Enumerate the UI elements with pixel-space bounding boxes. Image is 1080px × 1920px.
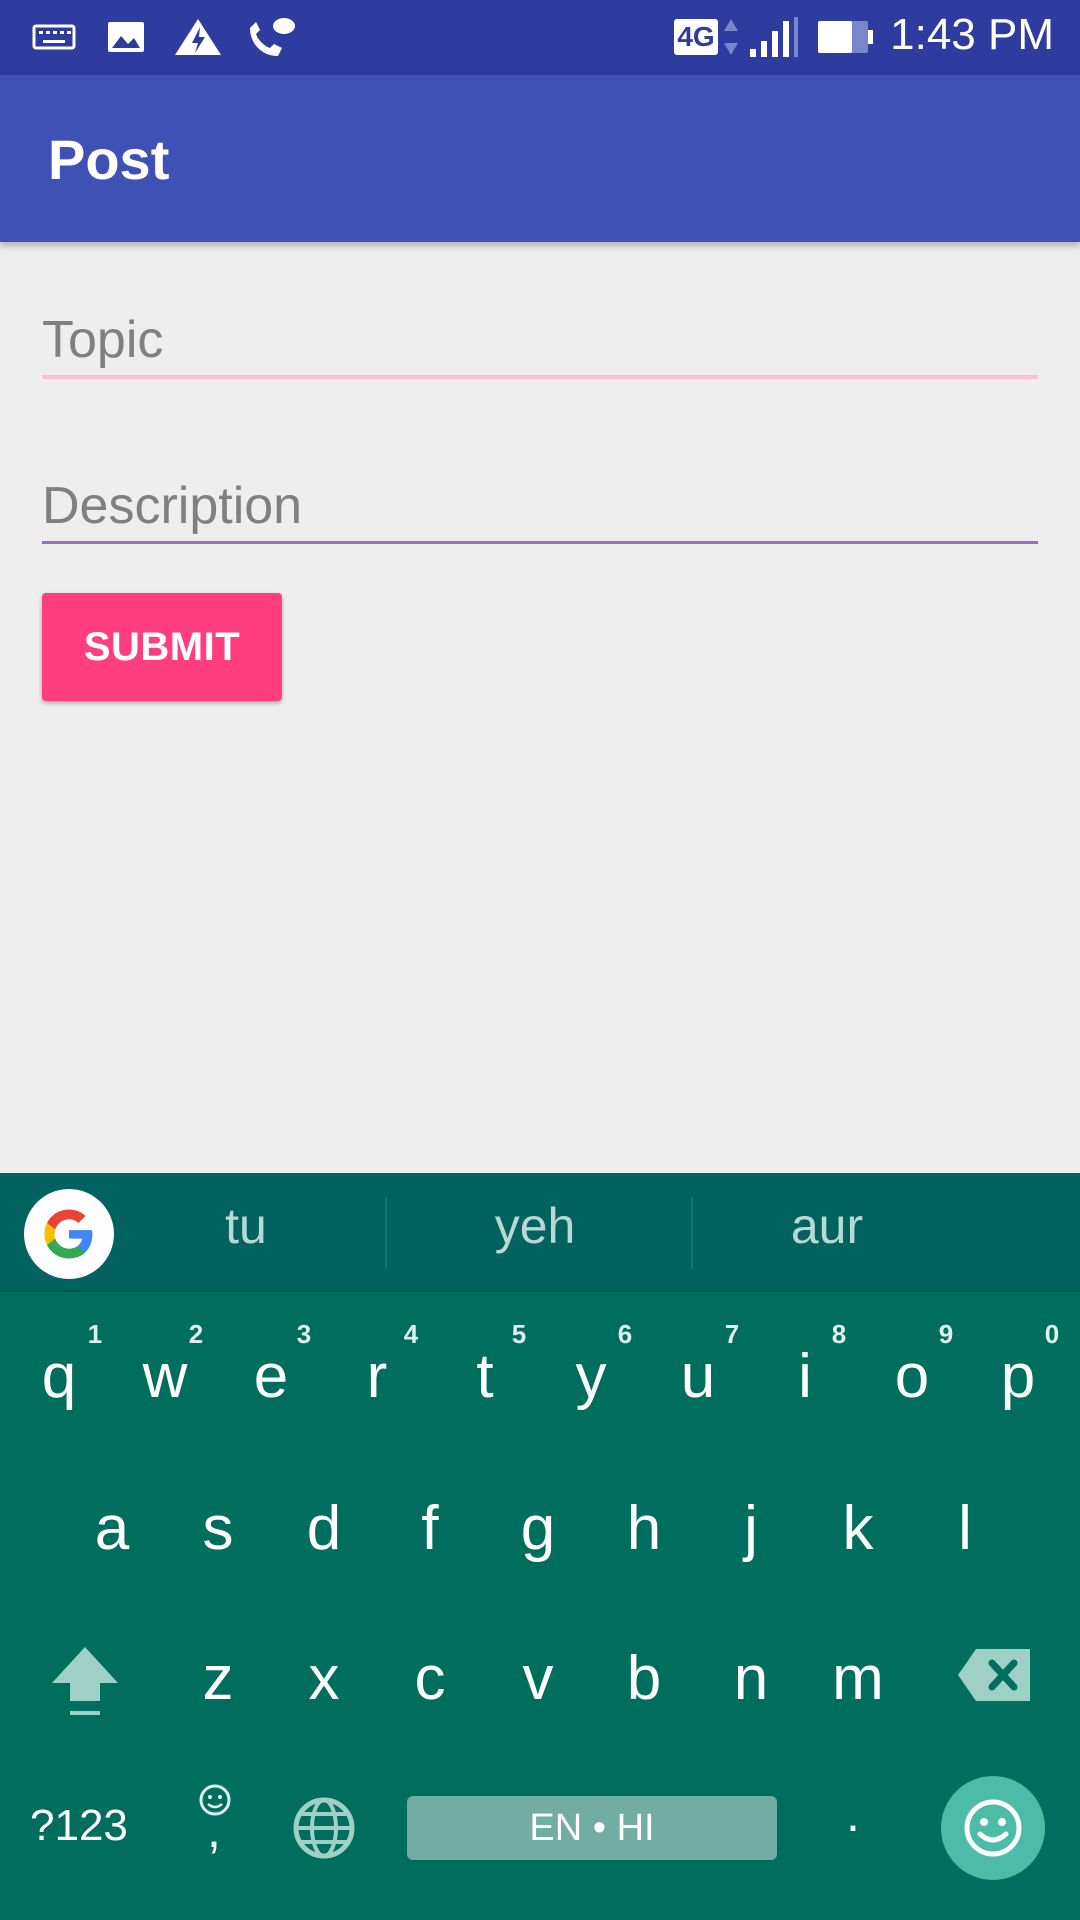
key-hint: 8 bbox=[831, 1319, 847, 1349]
image-icon bbox=[104, 14, 148, 60]
key-y[interactable]: y bbox=[538, 1341, 644, 1412]
google-icon[interactable] bbox=[24, 1189, 114, 1279]
key-x[interactable]: x bbox=[271, 1643, 377, 1714]
key-t[interactable]: t bbox=[432, 1341, 538, 1412]
battery-icon bbox=[816, 14, 876, 60]
key-r[interactable]: r bbox=[324, 1341, 430, 1412]
status-time: 1:43 PM bbox=[890, 10, 1054, 59]
wifi-calling-icon bbox=[244, 14, 296, 60]
key-hint: 6 bbox=[617, 1319, 633, 1349]
key-s[interactable]: s bbox=[165, 1493, 271, 1564]
topic-underline bbox=[42, 375, 1038, 379]
page-title: Post bbox=[48, 128, 170, 191]
suggestion-divider bbox=[385, 1197, 387, 1269]
symbols-key[interactable]: ?123 bbox=[30, 1801, 128, 1851]
network-arrows-icon bbox=[720, 14, 742, 60]
key-e[interactable]: e bbox=[218, 1341, 324, 1412]
topic-field bbox=[42, 305, 1038, 379]
key-i[interactable]: i bbox=[752, 1341, 858, 1412]
keyboard: tu yeh aur q w e r t y u i o p 1 2 3 4 5… bbox=[0, 1173, 1080, 1920]
key-z[interactable]: z bbox=[165, 1643, 271, 1714]
comma-key[interactable]: , bbox=[207, 1801, 221, 1859]
space-key-label: EN • HI bbox=[529, 1806, 655, 1849]
key-m[interactable]: m bbox=[805, 1643, 911, 1714]
key-c[interactable]: c bbox=[377, 1643, 483, 1714]
key-hint: 2 bbox=[188, 1319, 204, 1349]
key-u[interactable]: u bbox=[645, 1341, 751, 1412]
key-a[interactable]: a bbox=[59, 1493, 165, 1564]
suggestion-3[interactable]: aur bbox=[727, 1197, 927, 1255]
key-hint: 5 bbox=[511, 1319, 527, 1349]
key-o[interactable]: o bbox=[859, 1341, 965, 1412]
key-hint: 7 bbox=[724, 1319, 740, 1349]
warning-bolt-icon bbox=[172, 14, 224, 60]
globe-icon[interactable] bbox=[292, 1796, 356, 1865]
key-g[interactable]: g bbox=[485, 1493, 591, 1564]
backspace-icon[interactable] bbox=[956, 1647, 1032, 1708]
key-b[interactable]: b bbox=[591, 1643, 697, 1714]
key-q[interactable]: q bbox=[6, 1341, 112, 1412]
status-bar: 4G 1:43 PM bbox=[0, 0, 1080, 75]
key-d[interactable]: d bbox=[271, 1493, 377, 1564]
topic-input[interactable] bbox=[42, 305, 1038, 375]
key-hint: 3 bbox=[296, 1319, 312, 1349]
key-v[interactable]: v bbox=[485, 1643, 591, 1714]
suggestion-1[interactable]: tu bbox=[146, 1197, 346, 1255]
description-input[interactable] bbox=[42, 471, 1038, 541]
key-w[interactable]: w bbox=[112, 1341, 218, 1412]
suggestion-bar: tu yeh aur bbox=[0, 1173, 1080, 1292]
shift-icon[interactable] bbox=[48, 1643, 122, 1724]
keyboard-icon bbox=[30, 14, 78, 60]
key-h[interactable]: h bbox=[591, 1493, 697, 1564]
key-l[interactable]: l bbox=[912, 1493, 1018, 1564]
key-p[interactable]: p bbox=[965, 1341, 1071, 1412]
period-key[interactable]: . bbox=[846, 1785, 860, 1843]
key-k[interactable]: k bbox=[805, 1493, 911, 1564]
key-f[interactable]: f bbox=[377, 1493, 483, 1564]
description-field bbox=[42, 471, 1038, 544]
key-n[interactable]: n bbox=[698, 1643, 804, 1714]
key-hint: 4 bbox=[403, 1319, 419, 1349]
key-hint: 0 bbox=[1044, 1319, 1060, 1349]
description-underline bbox=[42, 541, 1038, 544]
signal-icon bbox=[746, 14, 802, 60]
suggestion-2[interactable]: yeh bbox=[435, 1197, 635, 1255]
key-hint: 9 bbox=[938, 1319, 954, 1349]
key-hint: 1 bbox=[87, 1319, 103, 1349]
space-key[interactable]: EN • HI bbox=[407, 1796, 777, 1860]
app-bar: Post bbox=[0, 75, 1080, 242]
suggestion-divider bbox=[691, 1197, 693, 1269]
emoji-icon[interactable] bbox=[941, 1776, 1045, 1880]
submit-button[interactable]: SUBMIT bbox=[42, 593, 282, 701]
network-4g-badge: 4G bbox=[674, 14, 718, 60]
key-j[interactable]: j bbox=[698, 1493, 804, 1564]
